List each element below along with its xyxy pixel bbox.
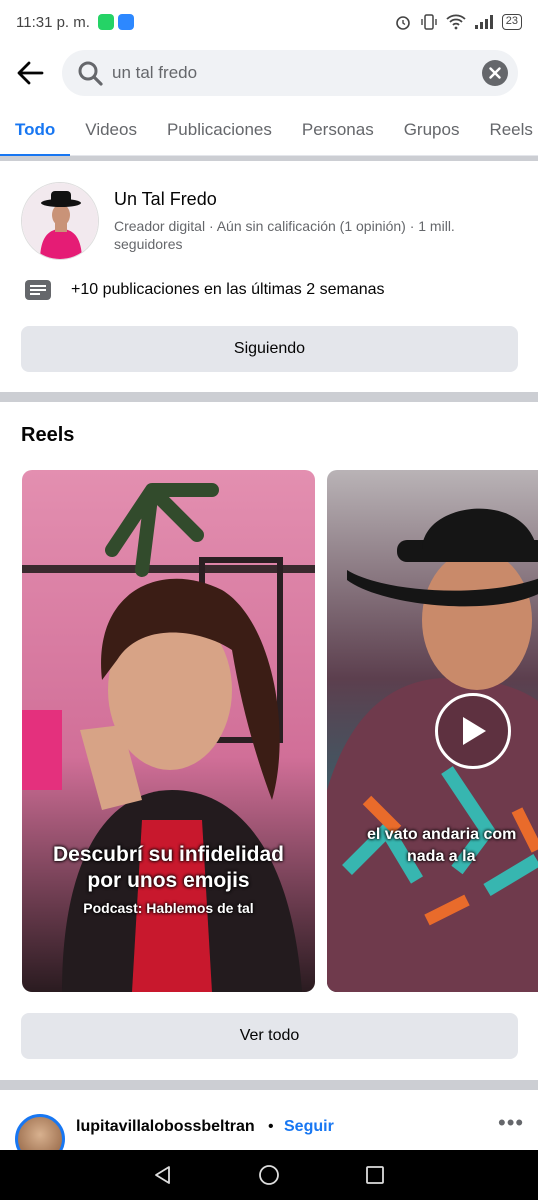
post-item[interactable]: lupitavillalobossbeltran • Seguir ••• (0, 1090, 538, 1164)
back-arrow-icon (17, 61, 44, 85)
tab-personas[interactable]: Personas (287, 104, 389, 156)
reel-card[interactable]: Descubrí su infidelidad por unos emojis … (22, 470, 315, 992)
recent-posts-info: +10 publicaciones en las últimas 2 seman… (24, 278, 385, 302)
avatar[interactable] (21, 182, 99, 260)
tab-grupos[interactable]: Grupos (389, 104, 475, 156)
reel-card[interactable]: el vato andaria com nada a la (327, 470, 538, 992)
status-bar: 11:31 p. m. 23 (0, 0, 538, 44)
filter-tabs: Todo Videos Publicaciones Personas Grupo… (0, 104, 538, 157)
alarm-icon (395, 16, 410, 30)
following-button[interactable]: Siguiendo (21, 326, 518, 372)
nav-back-icon[interactable] (153, 1165, 173, 1185)
recent-posts-text: +10 publicaciones en las últimas 2 seman… (71, 281, 385, 298)
divider (0, 156, 538, 161)
separator-dot: • (268, 1118, 274, 1135)
tab-videos[interactable]: Videos (70, 104, 152, 156)
back-button[interactable] (0, 44, 60, 102)
whatsapp-icon (97, 14, 114, 30)
tab-publicaciones[interactable]: Publicaciones (152, 104, 287, 156)
system-nav-bar (0, 1150, 538, 1200)
tab-reels[interactable]: Reels (474, 104, 538, 156)
clear-search-button[interactable] (482, 60, 508, 86)
divider (0, 1080, 538, 1090)
search-header (0, 44, 538, 102)
reel-subcaption: Podcast: Hablemos de tal (83, 900, 254, 916)
battery-indicator: 23 (501, 14, 522, 30)
profile-result[interactable]: Un Tal Fredo Creador digital · Aún sin c… (0, 162, 538, 392)
search-input[interactable] (112, 63, 462, 83)
nav-home-icon[interactable] (258, 1164, 280, 1186)
search-icon (78, 61, 103, 86)
tab-todo[interactable]: Todo (0, 104, 71, 157)
reels-section-title: Reels (21, 424, 75, 446)
play-button[interactable] (435, 693, 511, 769)
clear-icon (489, 67, 501, 79)
profile-name[interactable]: Un Tal Fredo (114, 189, 217, 210)
wifi-icon (446, 14, 466, 30)
follow-link[interactable]: Seguir (284, 1118, 334, 1136)
status-time: 11:31 p. m. (16, 13, 90, 31)
nav-recents-icon[interactable] (365, 1165, 385, 1185)
reel-caption: el vato andaria com nada a la (367, 826, 517, 865)
posts-icon (25, 280, 51, 300)
profile-subtitle: Creador digital · Aún sin calificación (… (114, 218, 455, 252)
signal-icon (474, 15, 493, 29)
voicemail-icon (117, 14, 134, 30)
see-all-button[interactable]: Ver todo (21, 1013, 518, 1059)
search-bar[interactable] (62, 50, 518, 96)
divider (0, 392, 538, 402)
vibrate-icon (421, 14, 437, 30)
post-username[interactable]: lupitavillalobossbeltran (76, 1118, 255, 1136)
play-icon (463, 717, 486, 745)
more-options-icon[interactable]: ••• (498, 1110, 524, 1136)
reel-caption: Descubrí su infidelidad por unos emojis (52, 843, 285, 892)
